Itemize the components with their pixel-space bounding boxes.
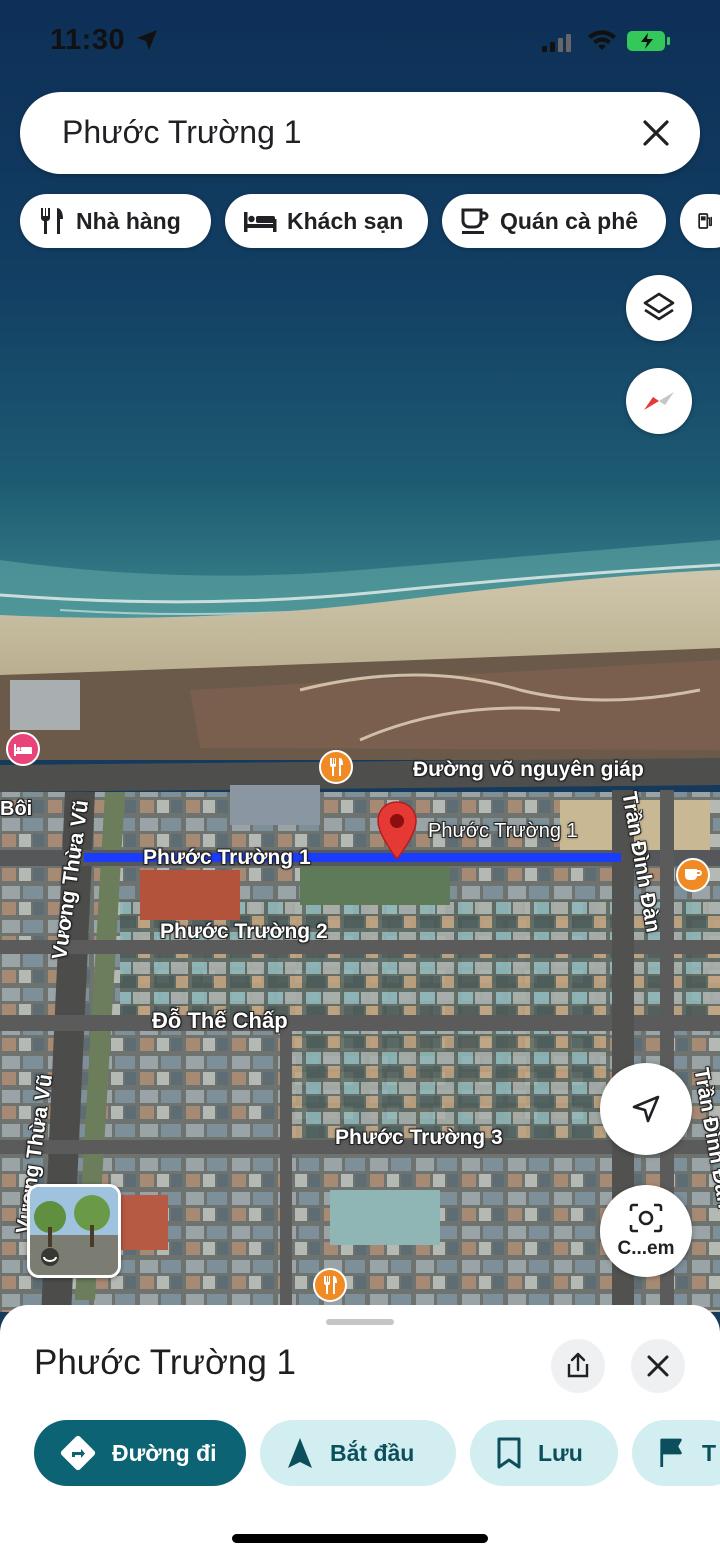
chip-label: Nhà hàng (76, 207, 181, 234)
search-bar[interactable]: Phước Trường 1 (20, 92, 700, 174)
road-label-do-the-chap: Đỗ Thế Chấp (152, 1008, 288, 1033)
sheet-drag-handle[interactable] (326, 1319, 394, 1325)
close-sheet-button[interactable] (631, 1339, 685, 1393)
save-button[interactable]: Lưu (470, 1420, 618, 1486)
directions-label: Đường đi (112, 1439, 217, 1466)
location-pin-icon[interactable] (375, 800, 419, 862)
my-location-button[interactable] (600, 1063, 692, 1155)
wifi-icon (588, 30, 616, 50)
restaurant-poi-icon[interactable] (319, 750, 353, 784)
directions-icon (60, 1435, 96, 1471)
place-bottom-sheet[interactable]: Phước Trường 1 Đường đi Bắt đầu Lưu T (0, 1305, 720, 1557)
navigation-icon (288, 1438, 312, 1468)
road-label-phuoc-truong-3: Phước Trường 3 (335, 1126, 503, 1149)
start-button[interactable]: Bắt đầu (260, 1420, 456, 1486)
road-label-phuoc-truong-2: Phước Trường 2 (160, 920, 328, 943)
search-input[interactable]: Phước Trường 1 (62, 114, 302, 151)
chip-label: Quán cà phê (500, 207, 639, 234)
battery-charging-icon (627, 31, 670, 51)
street-view-thumbnail[interactable] (27, 1184, 121, 1278)
share-icon (567, 1352, 589, 1378)
cellular-signal-icon (542, 34, 571, 52)
coffee-poi-icon[interactable] (676, 858, 710, 892)
save-label: Lưu (538, 1439, 583, 1466)
label-button[interactable]: T (632, 1420, 720, 1486)
restaurant-icon (41, 208, 63, 234)
navigation-arrow-icon (632, 1095, 660, 1123)
chip-restaurants[interactable]: Nhà hàng (20, 194, 211, 248)
home-indicator (232, 1534, 488, 1543)
pin-label-phuoc-truong-1: Phước Trường 1 (428, 820, 578, 842)
road-label-phuoc-truong-1: Phước Trường 1 (143, 846, 311, 869)
layers-icon (643, 292, 675, 321)
directions-button[interactable]: Đường đi (34, 1420, 246, 1486)
chip-coffee[interactable]: Quán cà phê (442, 194, 666, 248)
close-icon (647, 1355, 669, 1377)
location-services-icon (137, 30, 157, 50)
clear-search-icon[interactable] (636, 113, 676, 153)
share-button[interactable] (551, 1339, 605, 1393)
hotel-poi-icon[interactable] (6, 732, 40, 766)
status-bar: 11:30 (0, 0, 720, 80)
coffee-icon (461, 208, 489, 234)
place-title: Phước Trường 1 (34, 1343, 297, 1382)
camera-search-button[interactable]: C...em (600, 1185, 692, 1277)
label-label: T (701, 1439, 716, 1466)
flag-icon (660, 1438, 682, 1467)
chip-hotels[interactable]: Khách sạn (225, 194, 428, 248)
camera-lens-icon (629, 1203, 663, 1233)
camera-label: C...em (617, 1238, 675, 1259)
hotel-icon (244, 212, 277, 232)
place-label-boi: Bôi (0, 798, 33, 820)
road-label-vo-nguyen-giap: Đường võ nguyên giáp (413, 758, 644, 781)
status-time: 11:30 (50, 24, 126, 56)
compass-button[interactable] (626, 368, 692, 434)
bookmark-icon (497, 1437, 521, 1469)
compass-icon (644, 392, 674, 410)
layers-button[interactable] (626, 275, 692, 341)
start-label: Bắt đầu (330, 1439, 415, 1466)
gas-station-icon (698, 213, 712, 229)
restaurant-poi-icon[interactable] (313, 1268, 347, 1302)
chip-label: Khách sạn (287, 207, 404, 234)
